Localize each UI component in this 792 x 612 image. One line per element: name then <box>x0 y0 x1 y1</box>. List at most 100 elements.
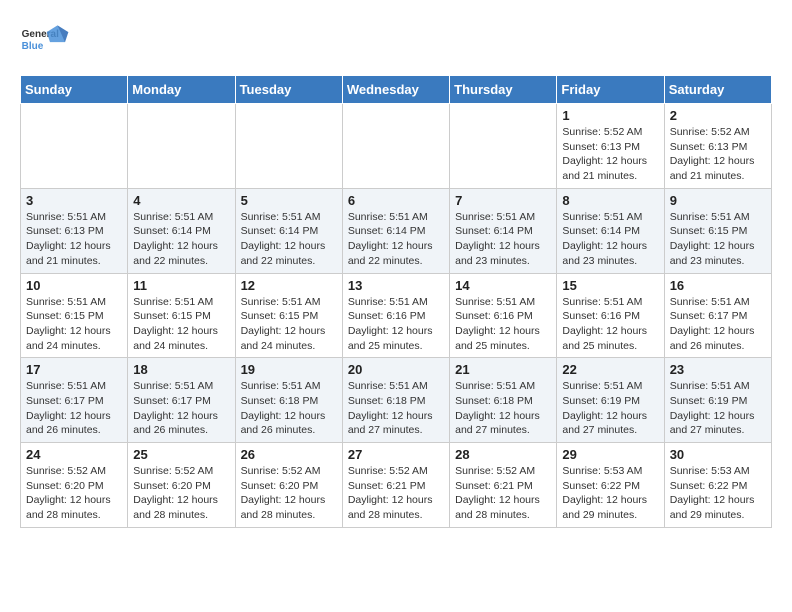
cell-content: Sunrise: 5:51 AM Sunset: 6:17 PM Dayligh… <box>670 295 766 354</box>
cell-content: Sunrise: 5:51 AM Sunset: 6:18 PM Dayligh… <box>455 379 551 438</box>
calendar-cell: 29 Sunrise: 5:53 AM Sunset: 6:22 PM Dayli… <box>557 443 664 528</box>
cell-content: Sunrise: 5:51 AM Sunset: 6:19 PM Dayligh… <box>670 379 766 438</box>
calendar-cell <box>450 104 557 189</box>
cell-content: Sunrise: 5:53 AM Sunset: 6:22 PM Dayligh… <box>562 464 658 523</box>
cell-content: Sunrise: 5:51 AM Sunset: 6:17 PM Dayligh… <box>133 379 229 438</box>
calendar-cell: 11 Sunrise: 5:51 AM Sunset: 6:15 PM Dayli… <box>128 273 235 358</box>
calendar-week-row: 17 Sunrise: 5:51 AM Sunset: 6:17 PM Dayli… <box>21 358 772 443</box>
cell-content: Sunrise: 5:52 AM Sunset: 6:20 PM Dayligh… <box>133 464 229 523</box>
day-number: 10 <box>26 278 122 293</box>
calendar-cell: 10Sunrise: 5:51 AM Sunset: 6:15 PM Dayli… <box>21 273 128 358</box>
day-number: 19 <box>241 362 337 377</box>
weekday-header: Sunday <box>21 76 128 104</box>
cell-content: Sunrise: 5:51 AM Sunset: 6:14 PM Dayligh… <box>455 210 551 269</box>
day-number: 12 <box>241 278 337 293</box>
calendar-cell: 17 Sunrise: 5:51 AM Sunset: 6:17 PM Dayli… <box>21 358 128 443</box>
calendar-cell: 19Sunrise: 5:51 AM Sunset: 6:18 PM Dayli… <box>235 358 342 443</box>
calendar-cell: 20Sunrise: 5:51 AM Sunset: 6:18 PM Dayli… <box>342 358 449 443</box>
cell-content: Sunrise: 5:51 AM Sunset: 6:17 PM Dayligh… <box>26 379 122 438</box>
calendar-cell <box>21 104 128 189</box>
calendar-week-row: 10 Sunrise: 5:51 AM Sunset: 6:15 PM Dayli… <box>21 273 772 358</box>
calendar-cell: 5 Sunrise: 5:51 AM Sunset: 6:14 PM Daylig… <box>235 188 342 273</box>
calendar-cell: 2 Sunrise: 5:52 AM Sunset: 6:13 PM Daylig… <box>664 104 771 189</box>
cell-content: Sunrise: 5:51 AM Sunset: 6:15 PM Dayligh… <box>670 210 766 269</box>
calendar-cell: 3 Sunrise: 5:51 AM Sunset: 6:13 PM Daylig… <box>21 188 128 273</box>
calendar-cell: 7Sunrise: 5:51 AM Sunset: 6:14 PM Daylig… <box>450 188 557 273</box>
calendar-cell: 4 Sunrise: 5:51 AM Sunset: 6:14 PM Daylig… <box>128 188 235 273</box>
calendar-week-row: 3 Sunrise: 5:51 AM Sunset: 6:13 PM Daylig… <box>21 188 772 273</box>
day-number: 6 <box>348 193 444 208</box>
day-number: 2 <box>670 108 766 123</box>
cell-content: Sunrise: 5:51 AM Sunset: 6:14 PM Dayligh… <box>348 210 444 269</box>
day-number: 25 <box>133 447 229 462</box>
day-number: 18 <box>133 362 229 377</box>
cell-content: Sunrise: 5:51 AM Sunset: 6:14 PM Dayligh… <box>133 210 229 269</box>
day-number: 30 <box>670 447 766 462</box>
cell-content: Sunrise: 5:51 AM Sunset: 6:16 PM Dayligh… <box>455 295 551 354</box>
cell-content: Sunrise: 5:52 AM Sunset: 6:21 PM Dayligh… <box>455 464 551 523</box>
calendar-cell: 26 Sunrise: 5:52 AM Sunset: 6:20 PM Dayli… <box>235 443 342 528</box>
day-number: 15 <box>562 278 658 293</box>
calendar-cell: 24 Sunrise: 5:52 AM Sunset: 6:20 PM Dayli… <box>21 443 128 528</box>
calendar-cell: 16 Sunrise: 5:51 AM Sunset: 6:17 PM Dayli… <box>664 273 771 358</box>
calendar-cell: 1 Sunrise: 5:52 AM Sunset: 6:13 PM Daylig… <box>557 104 664 189</box>
svg-text:Blue: Blue <box>22 41 44 52</box>
calendar-cell: 12Sunrise: 5:51 AM Sunset: 6:15 PM Dayli… <box>235 273 342 358</box>
calendar-cell: 23 Sunrise: 5:51 AM Sunset: 6:19 PM Dayli… <box>664 358 771 443</box>
cell-content: Sunrise: 5:53 AM Sunset: 6:22 PM Dayligh… <box>670 464 766 523</box>
cell-content: Sunrise: 5:52 AM Sunset: 6:13 PM Dayligh… <box>562 125 658 184</box>
calendar-week-row: 1 Sunrise: 5:52 AM Sunset: 6:13 PM Daylig… <box>21 104 772 189</box>
day-number: 5 <box>241 193 337 208</box>
weekday-header: Wednesday <box>342 76 449 104</box>
calendar-cell: 14 Sunrise: 5:51 AM Sunset: 6:16 PM Dayli… <box>450 273 557 358</box>
cell-content: Sunrise: 5:51 AM Sunset: 6:16 PM Dayligh… <box>348 295 444 354</box>
day-number: 13 <box>348 278 444 293</box>
day-number: 23 <box>670 362 766 377</box>
day-number: 26 <box>241 447 337 462</box>
weekday-header: Thursday <box>450 76 557 104</box>
day-number: 17 <box>26 362 122 377</box>
calendar-cell: 15Sunrise: 5:51 AM Sunset: 6:16 PM Dayli… <box>557 273 664 358</box>
calendar-cell: 25 Sunrise: 5:52 AM Sunset: 6:20 PM Dayli… <box>128 443 235 528</box>
day-number: 4 <box>133 193 229 208</box>
cell-content: Sunrise: 5:51 AM Sunset: 6:13 PM Dayligh… <box>26 210 122 269</box>
calendar-cell: 9 Sunrise: 5:51 AM Sunset: 6:15 PM Daylig… <box>664 188 771 273</box>
day-number: 3 <box>26 193 122 208</box>
cell-content: Sunrise: 5:51 AM Sunset: 6:14 PM Dayligh… <box>241 210 337 269</box>
calendar-cell: 27Sunrise: 5:52 AM Sunset: 6:21 PM Dayli… <box>342 443 449 528</box>
day-number: 1 <box>562 108 658 123</box>
day-number: 11 <box>133 278 229 293</box>
cell-content: Sunrise: 5:51 AM Sunset: 6:19 PM Dayligh… <box>562 379 658 438</box>
weekday-header-row: SundayMondayTuesdayWednesdayThursdayFrid… <box>21 76 772 104</box>
calendar-cell: 6 Sunrise: 5:51 AM Sunset: 6:14 PM Daylig… <box>342 188 449 273</box>
calendar-week-row: 24 Sunrise: 5:52 AM Sunset: 6:20 PM Dayli… <box>21 443 772 528</box>
cell-content: Sunrise: 5:52 AM Sunset: 6:21 PM Dayligh… <box>348 464 444 523</box>
calendar-cell <box>342 104 449 189</box>
day-number: 22 <box>562 362 658 377</box>
weekday-header: Tuesday <box>235 76 342 104</box>
weekday-header: Saturday <box>664 76 771 104</box>
calendar-cell: 18 Sunrise: 5:51 AM Sunset: 6:17 PM Dayli… <box>128 358 235 443</box>
page-header: General Blue <box>20 20 772 65</box>
weekday-header: Friday <box>557 76 664 104</box>
calendar-cell: 8Sunrise: 5:51 AM Sunset: 6:14 PM Daylig… <box>557 188 664 273</box>
day-number: 14 <box>455 278 551 293</box>
day-number: 16 <box>670 278 766 293</box>
cell-content: Sunrise: 5:51 AM Sunset: 6:15 PM Dayligh… <box>133 295 229 354</box>
weekday-header: Monday <box>128 76 235 104</box>
cell-content: Sunrise: 5:52 AM Sunset: 6:20 PM Dayligh… <box>26 464 122 523</box>
day-number: 29 <box>562 447 658 462</box>
calendar-cell <box>128 104 235 189</box>
cell-content: Sunrise: 5:52 AM Sunset: 6:13 PM Dayligh… <box>670 125 766 184</box>
calendar-cell: 13 Sunrise: 5:51 AM Sunset: 6:16 PM Dayli… <box>342 273 449 358</box>
calendar-cell <box>235 104 342 189</box>
logo-icon: General Blue <box>20 20 70 65</box>
day-number: 9 <box>670 193 766 208</box>
day-number: 28 <box>455 447 551 462</box>
calendar-table: SundayMondayTuesdayWednesdayThursdayFrid… <box>20 75 772 528</box>
cell-content: Sunrise: 5:52 AM Sunset: 6:20 PM Dayligh… <box>241 464 337 523</box>
day-number: 24 <box>26 447 122 462</box>
calendar-cell: 28 Sunrise: 5:52 AM Sunset: 6:21 PM Dayli… <box>450 443 557 528</box>
cell-content: Sunrise: 5:51 AM Sunset: 6:14 PM Dayligh… <box>562 210 658 269</box>
calendar-cell: 30 Sunrise: 5:53 AM Sunset: 6:22 PM Dayli… <box>664 443 771 528</box>
